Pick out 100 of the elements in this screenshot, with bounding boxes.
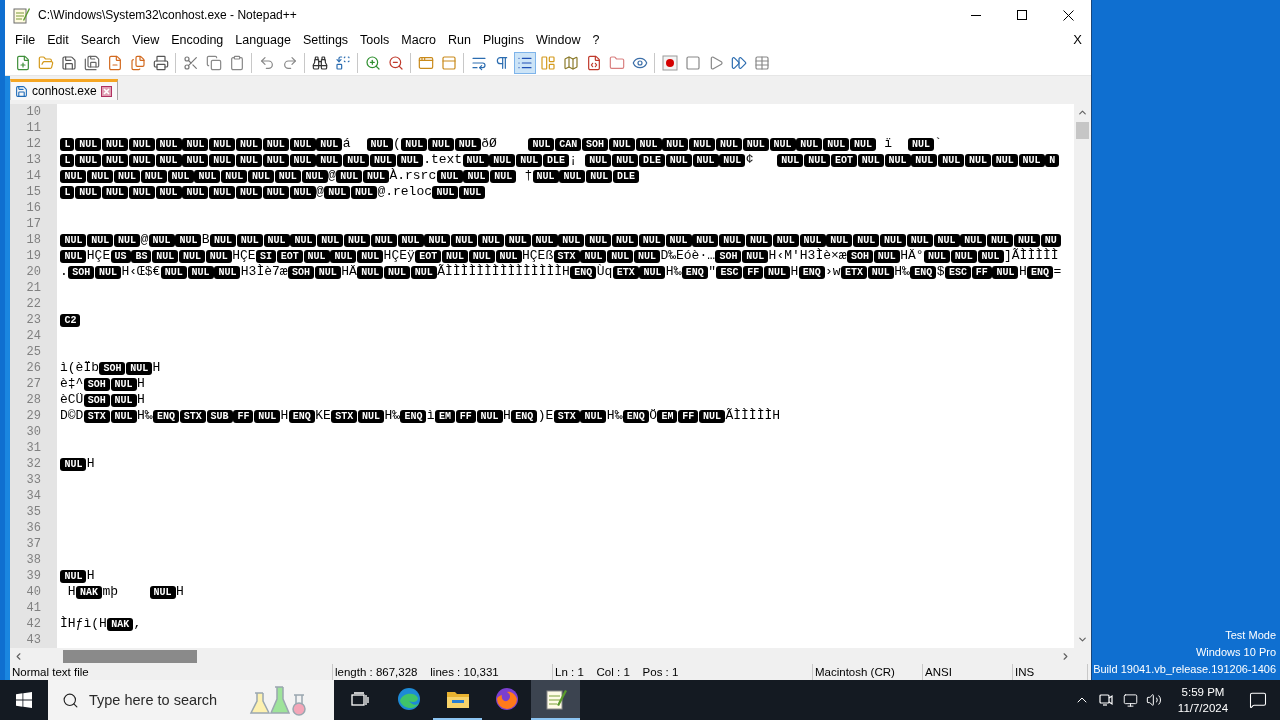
control-character: NUL [991,153,1018,167]
menu-item[interactable]: Run [442,30,477,50]
control-character: NUL [463,169,490,183]
menu-item[interactable]: Plugins [476,30,530,50]
control-character: NUL [879,233,906,247]
control-character: NUL [317,233,344,247]
menu-item[interactable]: Window [529,30,587,50]
control-character: STX [331,409,358,423]
code-text: Ùq [596,264,613,280]
control-character: NUL [585,233,612,247]
control-character: NUL [155,185,182,199]
scrollbar-thumb[interactable] [63,649,197,663]
control-character: NAK [107,617,134,631]
control-character: NUL [114,233,140,247]
swirl-logo-icon [396,687,421,711]
control-character: NUL [182,185,209,199]
control-character: NUL [110,377,137,391]
scrollbar-thumb[interactable] [1076,122,1089,139]
menu-item[interactable]: Tools [354,30,396,50]
menu-item[interactable]: File [9,30,42,50]
menu-item[interactable]: Search [74,30,127,50]
menu-item[interactable]: Settings [296,30,355,50]
control-character: NUL [179,249,205,263]
clock[interactable]: 5:59 PM 11/7/2024 [1172,680,1234,720]
control-character: SUB [206,409,233,423]
control-character: NUL [468,249,495,263]
control-character: NUL [344,233,370,247]
code-text: H [137,376,145,392]
control-character: NUL [235,137,262,151]
control-character: EM [435,409,456,423]
control-character: EOT [830,153,857,167]
files-icon [129,54,146,71]
toolbar-button[interactable] [513,51,536,74]
control-character: NUL [665,233,692,247]
menu-item[interactable]: Language [229,30,297,50]
file-minus-icon [106,54,123,71]
network-icon [1122,692,1138,708]
control-character: NUL [289,185,316,199]
control-character: NUL [804,153,831,167]
code-text: , [133,616,142,632]
replace-icon [334,54,351,71]
menu-item[interactable]: Encoding [165,30,230,50]
text-editor[interactable] [57,104,1074,648]
line-number: 36 [25,520,42,536]
code-text: H‹Œ$€ [121,264,161,280]
control-character: NAK [76,585,102,599]
control-character: NUL [907,137,934,151]
control-character: NUL [933,233,960,247]
folder-icon [445,689,470,709]
notification-icon [1249,691,1267,709]
control-character: DLE [612,169,639,183]
control-character: NUL [451,233,478,247]
code-text: Ö [649,408,658,424]
line-number: 25 [25,344,42,360]
control-character: NUL [209,137,236,151]
menu-item[interactable]: View [126,30,166,50]
control-character: NUL [490,169,517,183]
line-number: 31 [25,440,42,456]
control-character: NUL [205,249,232,263]
code-text: @ [327,168,336,184]
menu-item[interactable]: ? [586,30,606,50]
code-text: H‹M'H3Ìè×æ [768,248,847,264]
code-text: À.rsrc [389,168,437,184]
control-character: NUL [87,233,114,247]
line-number: 42 [25,616,42,632]
control-character: NUL [290,233,317,247]
control-character: NUL [745,233,772,247]
control-character: NUL [477,233,504,247]
menu-item[interactable]: Macro [395,30,443,50]
control-character: NUL [358,409,384,423]
control-character: SOH [715,249,742,263]
line-number: 14 [25,168,42,184]
control-character: NUL [314,265,341,279]
code-text: ( [392,136,401,152]
control-character: NU [1040,233,1061,247]
control-character: NUL [427,137,454,151]
control-character: NUL [75,185,102,199]
taskbar-app-button[interactable] [531,680,580,720]
code-text: H‰ [384,408,400,424]
control-character: N [1045,153,1060,167]
close-icon[interactable] [100,85,112,97]
search-field[interactable]: Type here to search [89,690,239,710]
file-tab[interactable]: conhost.exe [10,79,118,100]
control-character: NUL [489,153,516,167]
close-document-button[interactable]: X [1067,30,1088,50]
menu-item[interactable]: Edit [41,30,75,50]
control-character: EOT [415,249,442,263]
control-character: NUL [357,265,384,279]
control-character: ENQ [622,409,649,423]
code-text: HÇE [86,248,111,264]
search-bar[interactable]: Type here to search [48,680,334,720]
control-character: NUL [715,137,742,151]
code-text: á [342,136,352,152]
control-character: NUL [764,265,791,279]
desktop-notice-text: Test Mode [1225,628,1276,643]
windows-logo-icon [16,692,32,708]
control-character: NUL [60,457,87,471]
code-text: KE [315,408,331,424]
control-character: NUL [777,153,804,167]
close-icon [1062,9,1074,21]
